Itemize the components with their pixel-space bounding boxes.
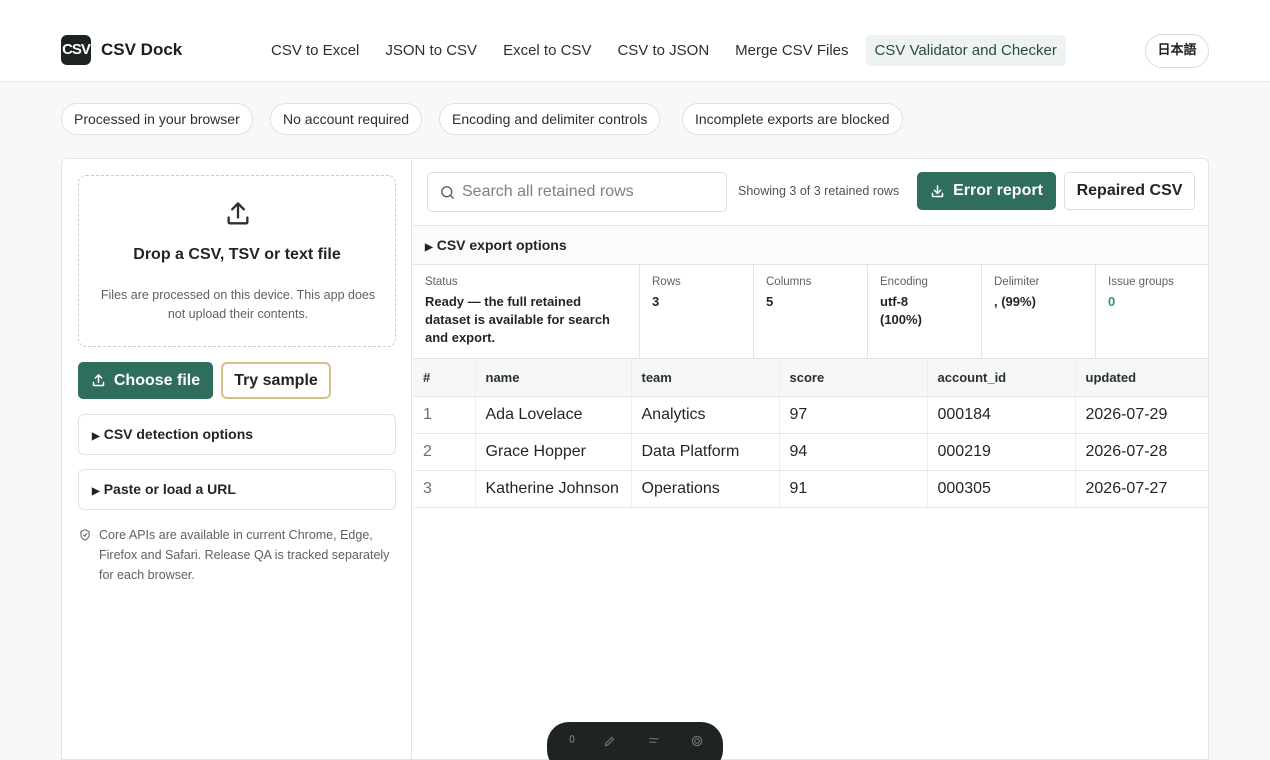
table-cell: 97 [779,396,928,434]
stat-encoding: Encoding utf-8 (100%) [868,265,982,359]
nav-csv-to-json[interactable]: CSV to JSON [608,35,718,66]
stat-label: Status [425,276,458,288]
table-row: 2 Grace Hopper Data Platform 94 000219 2… [413,433,1208,471]
chip-encoding: Encoding and delimiter controls [439,103,661,135]
column-header[interactable]: name [475,359,632,397]
stat-label: Columns [766,276,812,288]
error-report-button[interactable]: Error report [917,172,1056,210]
table-cell: 1 [413,396,476,434]
column-header[interactable]: # [413,359,476,397]
table-cell: 2 [413,433,476,471]
export-options-label: CSV export options [436,237,567,253]
paste-url-label: Paste or load a URL [103,481,236,497]
table-cell: Analytics [631,396,780,434]
table-cell: 3 [413,470,476,508]
stat-value: utf-8 (100%) [880,294,922,327]
top-header: CSV CSV Dock CSV to Excel JSON to CSV Ex… [0,0,1270,82]
table-cell: Grace Hopper [475,433,632,471]
error-report-label: Error report [953,182,1043,199]
stat-delimiter: Delimiter , (99%) [982,265,1096,359]
triangle-right-icon: ▶ [425,242,433,253]
table-cell: 000305 [927,470,1076,508]
try-sample-button[interactable]: Try sample [221,362,331,399]
triangle-right-icon: ▶ [92,431,100,442]
table-cell: Ada Lovelace [475,396,632,434]
right-column: Showing 3 of 3 retained rows Error repor… [413,159,1208,759]
stat-value: 0 [1108,294,1116,309]
table-cell: Data Platform [631,433,780,471]
csv-export-options[interactable]: ▶ CSV export options [413,225,1208,265]
download-icon [931,184,944,197]
table-header-row: # name team score account_id updated [413,359,1208,397]
search-box [427,172,727,212]
gear-icon[interactable] [690,734,704,748]
pen-icon[interactable] [603,734,617,748]
table-cell: 94 [779,433,928,471]
browser-support-note: Core APIs are available in current Chrom… [99,528,390,582]
data-table: # name team score account_id updated 1 A… [413,359,1208,508]
stats-summary: Status Ready — the full retained dataset… [413,265,1208,359]
choose-file-button[interactable]: Choose file [78,362,213,399]
menu-icon[interactable] [647,734,661,748]
chip-no-account: No account required [270,103,423,135]
column-header[interactable]: account_id [927,359,1076,397]
left-column: Drop a CSV, TSV or text file Files are p… [62,159,412,759]
table-cell: Katherine Johnson [475,470,632,508]
detection-options-label: CSV detection options [103,426,254,442]
triangle-right-icon: ▶ [92,486,100,497]
choose-file-label: Choose file [113,371,201,389]
nav-excel-to-csv[interactable]: Excel to CSV [494,35,600,66]
file-dropzone[interactable]: Drop a CSV, TSV or text file Files are p… [78,175,396,347]
stat-value: 5 [766,294,774,309]
stat-issue-groups: Issue groups 0 [1096,265,1208,359]
repaired-csv-button[interactable]: Repaired CSV [1064,172,1195,210]
table-row: 3 Katherine Johnson Operations 91 000305… [413,470,1208,508]
table-cell: 2026-07-27 [1075,470,1208,508]
nav-csv-validator[interactable]: CSV Validator and Checker [865,35,1066,66]
nav-json-to-csv[interactable]: JSON to CSV [376,35,486,66]
table-cell: 000184 [927,396,1076,434]
language-button[interactable]: 日本語 [1145,34,1209,68]
search-input[interactable] [462,173,722,211]
column-header[interactable]: score [779,359,928,397]
csv-detection-options[interactable]: ▶ CSV detection options [78,414,396,455]
table-cell: 2026-07-28 [1075,433,1208,471]
table-cell: 91 [779,470,928,508]
stat-status: Status Ready — the full retained dataset… [413,265,640,359]
stat-label: Issue groups [1108,276,1174,288]
table-cell: Operations [631,470,780,508]
microphone-icon[interactable] [565,734,579,748]
stat-value: 3 [652,294,660,309]
logo-icon[interactable]: CSV [61,35,91,65]
brand-name[interactable]: CSV Dock [101,40,182,60]
main-panel: Drop a CSV, TSV or text file Files are p… [61,158,1209,760]
floating-toolbar[interactable] [547,722,723,760]
table-cell: 000219 [927,433,1076,471]
stat-value: , (99%) [994,294,1036,309]
dropzone-title: Drop a CSV, TSV or text file [133,246,341,263]
stat-columns: Columns 5 [754,265,868,359]
stat-label: Delimiter [994,276,1040,288]
nav-csv-to-excel[interactable]: CSV to Excel [262,35,368,66]
dropzone-text: Files are processed on this device. This… [100,288,376,321]
chip-browser: Processed in your browser [61,103,253,135]
nav-merge-csv-files[interactable]: Merge CSV Files [726,35,857,66]
stat-label: Rows [652,276,681,288]
stat-label: Encoding [880,276,928,288]
table-row: 1 Ada Lovelace Analytics 97 000184 2026-… [413,396,1208,434]
upload-icon [227,202,249,225]
column-header[interactable]: team [631,359,780,397]
upload-icon [92,374,105,387]
search-icon [441,186,454,199]
chip-incomplete: Incomplete exports are blocked [682,103,903,135]
stat-value: Ready — the full retained dataset is ava… [425,294,610,345]
column-header[interactable]: updated [1075,359,1208,397]
main-nav: CSV to Excel JSON to CSV Excel to CSV CS… [262,35,1066,66]
stat-rows: Rows 3 [640,265,754,359]
paste-url-options[interactable]: ▶ Paste or load a URL [78,469,396,510]
table-cell: 2026-07-29 [1075,396,1208,434]
row-count-text: Showing 3 of 3 retained rows [738,184,900,198]
